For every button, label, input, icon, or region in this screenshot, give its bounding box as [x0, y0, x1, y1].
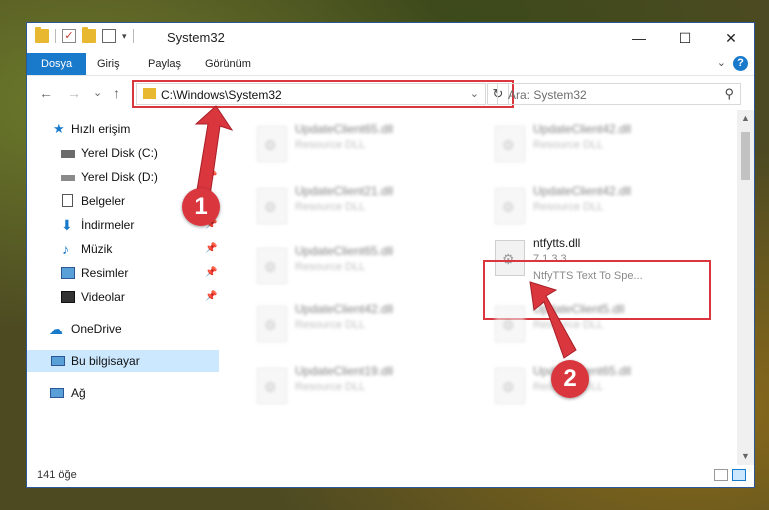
- arrow-2: [529, 281, 577, 359]
- arrow-1: [194, 105, 234, 197]
- annotation-arrows: [194, 105, 577, 359]
- callout-2: 2: [551, 360, 589, 398]
- callout-1: 1: [182, 188, 220, 226]
